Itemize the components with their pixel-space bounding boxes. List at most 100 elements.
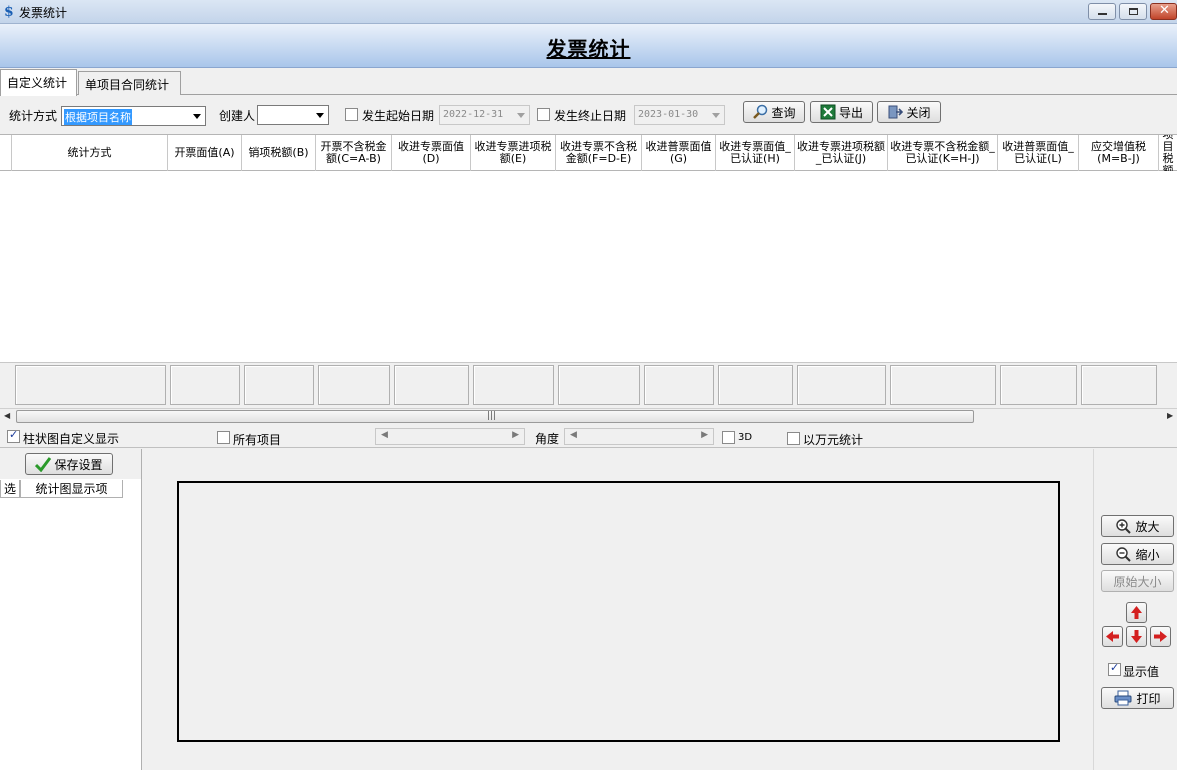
- grip-icon: |||: [487, 411, 497, 421]
- column-header[interactable]: 收进专票进项税额_已认证(J): [795, 135, 888, 171]
- show-value-label: 显示值: [1123, 665, 1160, 679]
- tab-custom-stats[interactable]: 自定义统计: [0, 69, 77, 96]
- angle-label: 角度: [535, 432, 560, 446]
- three-d-label: 3D: [738, 432, 753, 443]
- minimize-button[interactable]: [1088, 3, 1116, 20]
- total-cell: [318, 365, 390, 405]
- horizontal-scrollbar[interactable]: ◀ ||| ▶: [0, 408, 1177, 424]
- end-date-picker[interactable]: 2023-01-30: [634, 105, 725, 125]
- checkmark-icon: [35, 457, 52, 472]
- slider-right-icon: ▶: [512, 430, 519, 440]
- arrow-down-icon: [1131, 630, 1142, 643]
- end-date-value: 2023-01-30: [638, 109, 699, 120]
- total-cell: [890, 365, 996, 405]
- page-title: 发票统计: [546, 37, 631, 61]
- printer-icon: [1114, 690, 1132, 706]
- maximize-button[interactable]: [1119, 3, 1147, 20]
- end-date-checkbox[interactable]: [537, 108, 550, 121]
- total-cell: [718, 365, 793, 405]
- chart-item-column-header: 统计图显示项: [20, 480, 123, 498]
- total-cell: [644, 365, 714, 405]
- chevron-down-icon: [193, 114, 201, 119]
- total-cell: [797, 365, 886, 405]
- close-button[interactable]: 关闭: [877, 101, 941, 123]
- column-header[interactable]: 开票不含税金额(C=A-B): [316, 135, 392, 171]
- query-button[interactable]: 查询: [743, 101, 805, 123]
- arrow-right-icon: [1154, 631, 1167, 642]
- original-size-button[interactable]: 原始大小: [1101, 570, 1174, 592]
- scroll-left-icon[interactable]: ◀: [4, 411, 10, 420]
- column-header[interactable]: 应交增值税(M=B-J): [1079, 135, 1159, 171]
- slider-right-icon: ▶: [701, 430, 708, 440]
- total-cell: [473, 365, 554, 405]
- total-cell: [1000, 365, 1077, 405]
- tab-single-contract-stats[interactable]: 单项目合同统计: [78, 71, 181, 95]
- export-label: 导出: [838, 105, 863, 120]
- window-title: 发票统计: [19, 6, 68, 20]
- chart-controls-panel: 放大 缩小 原始大小 显示值 打印: [1093, 449, 1177, 770]
- totals-row: [0, 362, 1177, 408]
- show-value-checkbox[interactable]: [1108, 661, 1121, 676]
- chevron-down-icon: [712, 113, 720, 118]
- chart-canvas: [177, 481, 1060, 742]
- bar-custom-checkbox[interactable]: [7, 428, 20, 443]
- slider-left-icon: ◀: [381, 430, 388, 440]
- save-settings-label: 保存设置: [54, 457, 103, 472]
- three-d-checkbox[interactable]: [722, 431, 735, 444]
- query-label: 查询: [771, 105, 796, 120]
- bar-custom-label: 柱状图自定义显示: [23, 432, 120, 446]
- start-date-checkbox[interactable]: [345, 108, 358, 121]
- slider-left-icon: ◀: [570, 430, 577, 440]
- select-column-header: 选: [0, 480, 20, 498]
- stat-method-label: 统计方式: [9, 109, 58, 123]
- stat-method-value: 根据项目名称: [64, 109, 132, 125]
- row-header-corner: [0, 135, 12, 171]
- zoom-out-icon: [1116, 547, 1132, 562]
- data-grid[interactable]: 统计方式 开票面值(A) 销项税额(B) 开票不含税金额(C=A-B) 收进专票…: [0, 134, 1177, 362]
- move-right-button[interactable]: [1150, 626, 1171, 647]
- start-date-picker[interactable]: 2022-12-31: [439, 105, 530, 125]
- scroll-right-icon[interactable]: ▶: [1167, 411, 1173, 420]
- column-header[interactable]: 销项税额(B): [242, 135, 316, 171]
- column-header[interactable]: 项目税额: [1159, 135, 1177, 171]
- column-header[interactable]: 收进专票不含税金额_已认证(K=H-J): [888, 135, 998, 171]
- column-header[interactable]: 收进专票不含税金额(F=D-E): [556, 135, 642, 171]
- move-left-button[interactable]: [1102, 626, 1123, 647]
- ten-thousand-checkbox[interactable]: [787, 432, 800, 445]
- column-header[interactable]: 统计方式: [12, 135, 168, 171]
- export-button[interactable]: 导出: [810, 101, 873, 123]
- column-header[interactable]: 收进专票进项税额(E): [471, 135, 556, 171]
- column-header[interactable]: 收进普票面值_已认证(L): [998, 135, 1079, 171]
- zoom-in-icon: [1116, 519, 1132, 534]
- app-icon: $: [4, 4, 14, 19]
- zoom-out-button[interactable]: 缩小: [1101, 543, 1174, 565]
- column-header[interactable]: 开票面值(A): [168, 135, 242, 171]
- items-slider[interactable]: ◀ ▶: [375, 428, 525, 445]
- column-header[interactable]: 收进普票面值(G): [642, 135, 716, 171]
- close-window-button[interactable]: ✕: [1150, 3, 1177, 20]
- restore-icon: [1129, 8, 1138, 15]
- scrollbar-thumb[interactable]: |||: [16, 410, 974, 423]
- chart-options-bar: 柱状图自定义显示 所有项目 ◀ ▶ 角度 ◀ ▶ 3D 以万元统计: [0, 426, 1177, 448]
- total-cell: [170, 365, 240, 405]
- move-down-button[interactable]: [1126, 626, 1147, 647]
- close-icon: ✕: [1159, 3, 1170, 18]
- total-cell: [15, 365, 166, 405]
- print-button[interactable]: 打印: [1101, 687, 1174, 709]
- arrow-up-icon: [1131, 606, 1142, 619]
- creator-label: 创建人: [219, 109, 256, 123]
- close-label: 关闭: [906, 105, 931, 120]
- move-up-button[interactable]: [1126, 602, 1147, 623]
- total-cell: [394, 365, 469, 405]
- title-bar: $ 发票统计 ✕: [0, 0, 1177, 24]
- save-settings-button[interactable]: 保存设置: [25, 453, 113, 475]
- column-header[interactable]: 收进专票面值_已认证(H): [716, 135, 795, 171]
- column-header[interactable]: 收进专票面值(D): [392, 135, 471, 171]
- zoom-in-button[interactable]: 放大: [1101, 515, 1174, 537]
- chart-items-panel: 保存设置 选 统计图显示项: [0, 449, 142, 770]
- total-cell: [558, 365, 640, 405]
- stat-method-select[interactable]: 根据项目名称: [61, 106, 206, 126]
- angle-slider[interactable]: ◀ ▶: [564, 428, 714, 445]
- all-items-checkbox[interactable]: [217, 431, 230, 444]
- creator-select[interactable]: [257, 105, 329, 125]
